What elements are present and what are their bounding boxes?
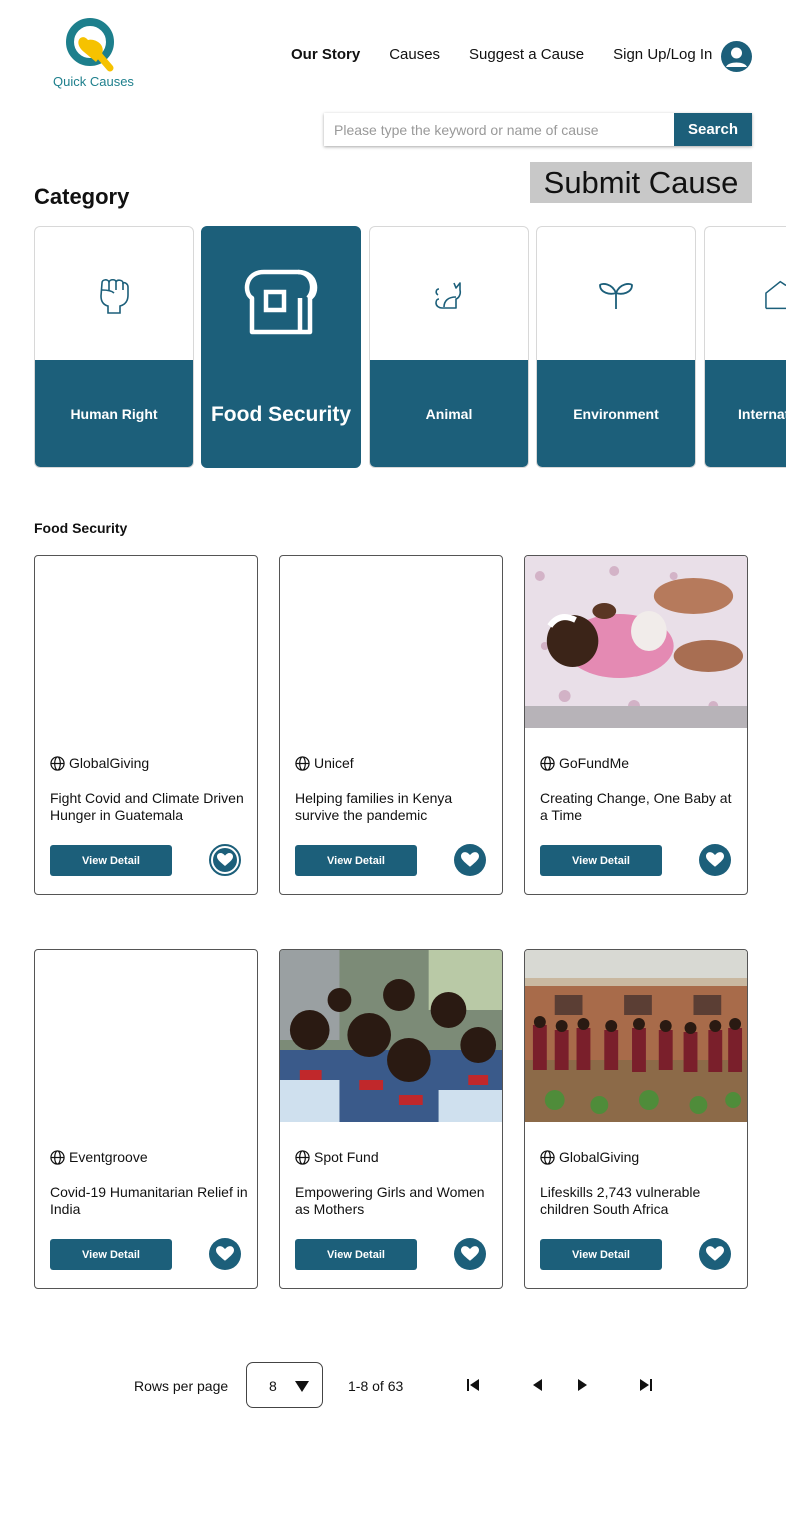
- favorite-button[interactable]: [209, 844, 241, 876]
- cause-org-name: Spot Fund: [314, 1149, 379, 1165]
- search-input[interactable]: [324, 113, 674, 146]
- nav-suggest-cause[interactable]: Suggest a Cause: [469, 46, 584, 63]
- heart-icon: [461, 1246, 479, 1261]
- last-page-button[interactable]: [637, 1376, 655, 1394]
- logo-text: Quick Causes: [53, 74, 134, 89]
- globe-icon: [295, 755, 310, 771]
- view-detail-button[interactable]: View Detail: [540, 845, 662, 876]
- category-label: Animal: [370, 360, 528, 467]
- view-detail-button[interactable]: View Detail: [295, 1239, 417, 1270]
- cause-card: Spot Fund Empowering Girls and Women as …: [279, 949, 503, 1289]
- cause-title: Fight Covid and Climate Driven Hunger in…: [50, 790, 244, 823]
- user-icon: [726, 47, 747, 67]
- cause-org: GlobalGiving: [50, 755, 149, 771]
- view-detail-button[interactable]: View Detail: [50, 1239, 172, 1270]
- globe-icon: [295, 1149, 310, 1165]
- globe-icon: [50, 755, 65, 771]
- sprout-icon: [537, 227, 695, 362]
- cause-card: GlobalGiving Lifeskills 2,743 vulnerable…: [524, 949, 748, 1289]
- view-detail-button[interactable]: View Detail: [540, 1239, 662, 1270]
- cause-title: Covid-19 Humanitarian Relief in India: [50, 1184, 248, 1217]
- baby-photo: [525, 556, 747, 728]
- search-button[interactable]: Search: [674, 113, 752, 146]
- category-card-international[interactable]: Internat: [704, 226, 786, 468]
- cause-org: Eventgroove: [50, 1149, 148, 1165]
- cause-org: GoFundMe: [540, 755, 629, 771]
- cause-org-name: GoFundMe: [559, 755, 630, 771]
- favorite-button[interactable]: [699, 844, 731, 876]
- rows-per-page-select[interactable]: 8: [246, 1362, 323, 1408]
- cause-org: Unicef: [295, 755, 354, 771]
- favorite-button[interactable]: [454, 844, 486, 876]
- main-nav: Our Story Causes Suggest a Cause Sign Up…: [291, 46, 741, 63]
- submit-cause-button[interactable]: Submit Cause: [530, 162, 752, 203]
- cause-org: Spot Fund: [295, 1149, 379, 1165]
- caret-down-icon: [295, 1381, 309, 1392]
- cause-title: Helping families in Kenya survive the pa…: [295, 790, 453, 823]
- previous-page-button[interactable]: [528, 1376, 546, 1394]
- category-heading: Category: [34, 184, 130, 209]
- category-card-environment[interactable]: Environment: [536, 226, 696, 468]
- next-page-icon: [578, 1379, 587, 1391]
- cat-icon: [370, 227, 528, 362]
- category-card-animal[interactable]: Animal: [369, 226, 529, 468]
- logo-mark: [66, 18, 114, 72]
- globe-icon: [540, 755, 555, 771]
- heart-icon: [706, 1246, 724, 1261]
- cause-card: GlobalGiving Fight Covid and Climate Dri…: [34, 555, 258, 895]
- cause-card: GoFundMe Creating Change, One Baby at a …: [524, 555, 748, 895]
- rows-per-page-label: Rows per page: [134, 1378, 229, 1394]
- nav-our-story[interactable]: Our Story: [291, 46, 360, 63]
- nav-causes[interactable]: Causes: [389, 46, 440, 63]
- heart-icon: [461, 852, 479, 867]
- category-card-food-security[interactable]: Food Security: [201, 226, 361, 468]
- children-group-photo: [280, 950, 502, 1122]
- cause-card: Unicef Helping families in Kenya survive…: [279, 555, 503, 895]
- view-detail-button[interactable]: View Detail: [50, 845, 172, 876]
- search-bar: Search: [324, 113, 752, 146]
- heart-icon: [216, 1246, 234, 1261]
- category-label: Environment: [537, 360, 695, 467]
- fist-icon: [35, 227, 193, 362]
- category-label: Food Security: [202, 362, 360, 467]
- cause-org: GlobalGiving: [540, 1149, 639, 1165]
- school-children-photo: [525, 950, 747, 1122]
- nav-sign-up-log-in[interactable]: Sign Up/Log In: [613, 46, 712, 63]
- heart-icon: [706, 852, 724, 867]
- cause-title: Empowering Girls and Women as Mothers: [295, 1184, 485, 1217]
- cause-title: Creating Change, One Baby at a Time: [540, 790, 732, 823]
- cause-org-name: Eventgroove: [69, 1149, 148, 1165]
- pagination-range: 1-8 of 63: [348, 1378, 404, 1394]
- pagination: Rows per page 8 1-8 of 63: [0, 1362, 786, 1408]
- first-page-button[interactable]: [464, 1376, 482, 1394]
- bread-icon: [202, 227, 360, 377]
- favorite-button[interactable]: [209, 1238, 241, 1270]
- house-icon: [705, 227, 786, 362]
- heart-icon: [217, 853, 233, 866]
- category-card-human-right[interactable]: Human Right: [34, 226, 194, 468]
- cause-title: Lifeskills 2,743 vulnerable children Sou…: [540, 1184, 701, 1217]
- favorite-button[interactable]: [699, 1238, 731, 1270]
- view-detail-button[interactable]: View Detail: [295, 845, 417, 876]
- globe-icon: [540, 1149, 555, 1165]
- category-label: Internat: [705, 360, 786, 467]
- results-heading: Food Security: [34, 520, 128, 536]
- cause-card: Eventgroove Covid-19 Humanitarian Relief…: [34, 949, 258, 1289]
- cause-org-name: GlobalGiving: [69, 755, 150, 771]
- category-label: Human Right: [35, 360, 193, 467]
- favorite-button[interactable]: [454, 1238, 486, 1270]
- cause-org-name: GlobalGiving: [559, 1149, 640, 1165]
- rows-per-page-value: 8: [269, 1378, 277, 1394]
- cause-org-name: Unicef: [314, 755, 354, 771]
- next-page-button[interactable]: [574, 1376, 592, 1394]
- user-avatar-button[interactable]: [721, 41, 752, 72]
- first-page-icon: [467, 1379, 479, 1391]
- globe-icon: [50, 1149, 65, 1165]
- previous-page-icon: [533, 1379, 542, 1391]
- logo[interactable]: Quick Causes: [50, 18, 140, 90]
- last-page-icon: [640, 1379, 652, 1391]
